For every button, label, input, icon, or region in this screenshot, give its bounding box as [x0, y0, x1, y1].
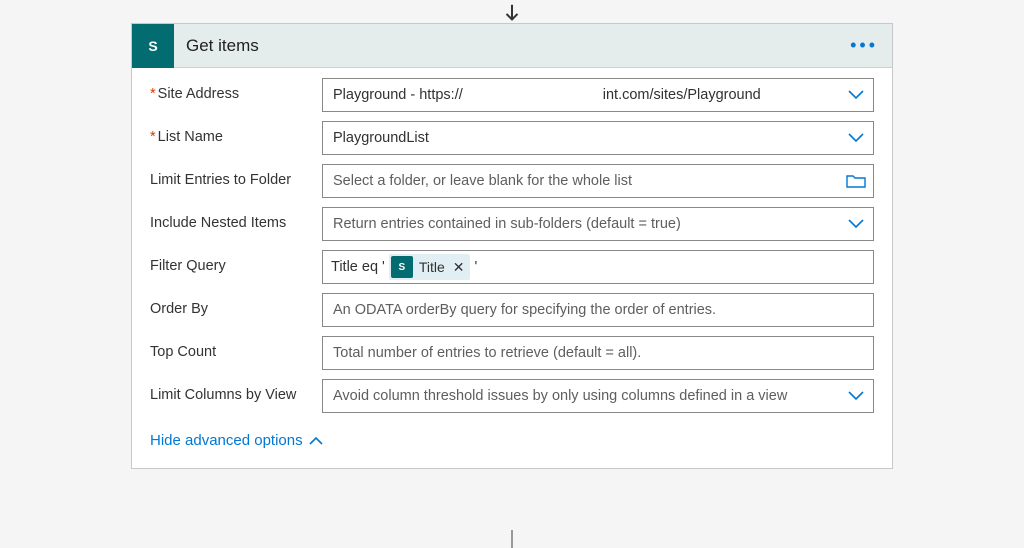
card-title: Get items: [186, 36, 836, 56]
token-remove-button[interactable]: ✕: [451, 259, 467, 276]
action-card: S Get items ••• *Site Address Playground…: [131, 23, 893, 469]
field-label: Filter Query: [150, 250, 322, 274]
field-limit-columns: Limit Columns by View Avoid column thres…: [150, 379, 874, 413]
field-include-nested: Include Nested Items Return entries cont…: [150, 207, 874, 241]
list-name-dropdown[interactable]: [839, 133, 873, 143]
order-by-input[interactable]: An ODATA orderBy query for specifying th…: [322, 293, 874, 327]
field-site-address: *Site Address Playground - https://int.c…: [150, 78, 874, 112]
sharepoint-icon: S: [132, 24, 174, 68]
required-asterisk: *: [150, 86, 156, 102]
field-list-name: *List Name PlaygroundList: [150, 121, 874, 155]
field-top-count: Top Count Total number of entries to ret…: [150, 336, 874, 370]
token-label: Title: [419, 259, 445, 275]
chevron-down-icon: [848, 219, 864, 229]
list-name-input[interactable]: PlaygroundList: [322, 121, 874, 155]
field-limit-folder: Limit Entries to Folder Select a folder,…: [150, 164, 874, 198]
dynamic-content-token[interactable]: S Title ✕: [389, 254, 471, 280]
limit-columns-dropdown[interactable]: [839, 391, 873, 401]
folder-icon: [846, 173, 866, 189]
field-label: *List Name: [150, 121, 322, 145]
folder-picker-button[interactable]: [839, 173, 873, 189]
site-address-input[interactable]: Playground - https://int.com/sites/Playg…: [322, 78, 874, 112]
card-menu-button[interactable]: •••: [836, 35, 892, 56]
top-count-input[interactable]: Total number of entries to retrieve (def…: [322, 336, 874, 370]
field-label: Limit Entries to Folder: [150, 164, 322, 188]
hide-advanced-options-link[interactable]: Hide advanced options: [150, 432, 323, 449]
field-label: Order By: [150, 293, 322, 317]
sharepoint-icon: S: [391, 256, 413, 278]
include-nested-dropdown[interactable]: [839, 219, 873, 229]
field-order-by: Order By An ODATA orderBy query for spec…: [150, 293, 874, 327]
include-nested-input[interactable]: Return entries contained in sub-folders …: [322, 207, 874, 241]
advanced-options-row: Hide advanced options: [132, 422, 892, 468]
field-label: Limit Columns by View: [150, 379, 322, 403]
field-label: Top Count: [150, 336, 322, 360]
chevron-up-icon: [309, 436, 323, 445]
chevron-down-icon: [848, 90, 864, 100]
flow-connector-line: [511, 530, 513, 548]
chevron-down-icon: [848, 133, 864, 143]
field-filter-query: Filter Query Title eq ' S Title ✕ ': [150, 250, 874, 284]
required-asterisk: *: [150, 129, 156, 145]
card-header[interactable]: S Get items •••: [132, 24, 892, 68]
limit-columns-input[interactable]: Avoid column threshold issues by only us…: [322, 379, 874, 413]
limit-folder-input[interactable]: Select a folder, or leave blank for the …: [322, 164, 874, 198]
field-label: Include Nested Items: [150, 207, 322, 231]
field-label: *Site Address: [150, 78, 322, 102]
card-body: *Site Address Playground - https://int.c…: [132, 68, 892, 413]
chevron-down-icon: [848, 391, 864, 401]
site-address-dropdown[interactable]: [839, 90, 873, 100]
filter-query-input[interactable]: Title eq ' S Title ✕ ': [322, 250, 874, 284]
